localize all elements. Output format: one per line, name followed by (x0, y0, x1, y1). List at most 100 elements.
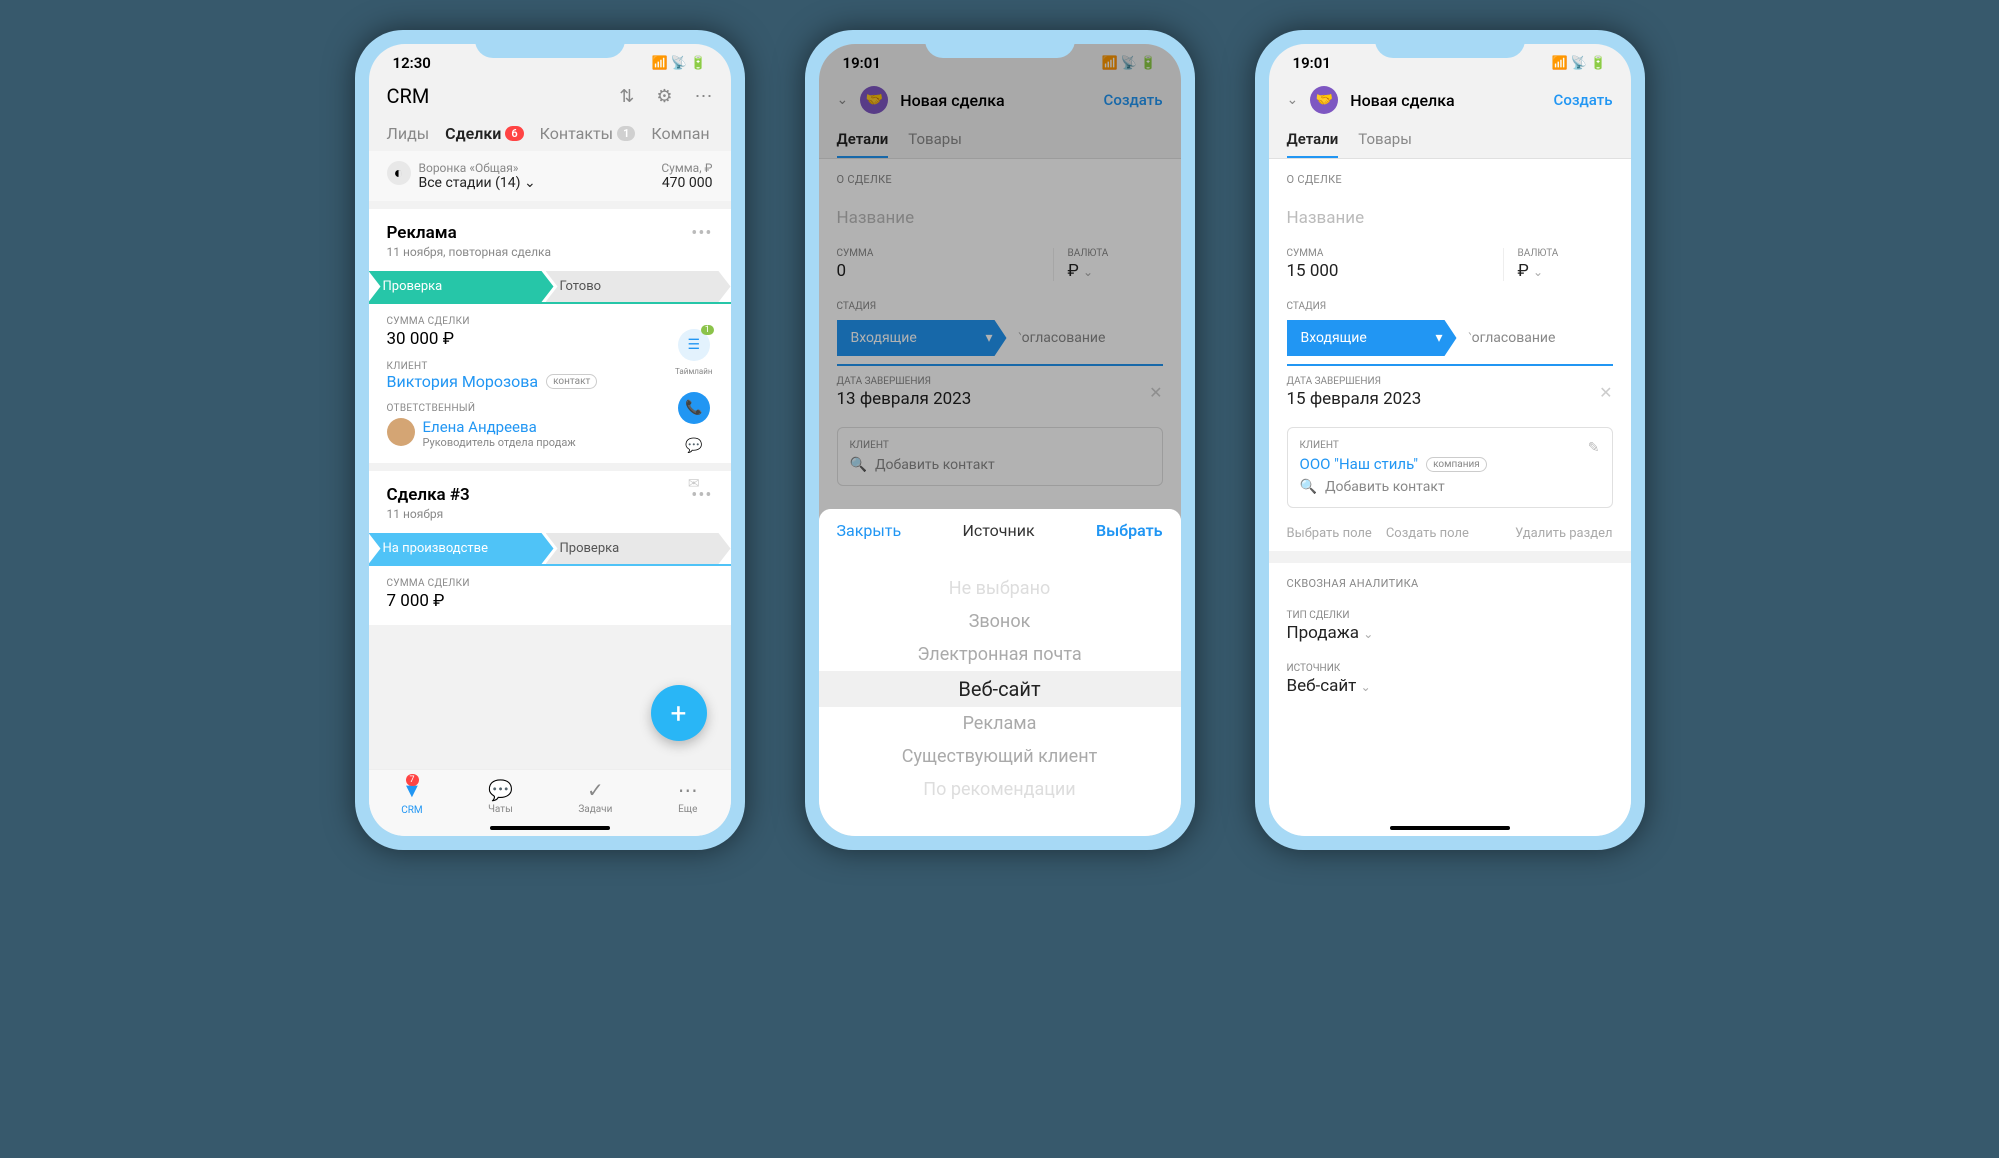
sort-icon[interactable]: ⇅ (619, 86, 634, 107)
stage-label: СТАДИЯ (1287, 301, 1613, 312)
tab-leads[interactable]: Лиды (387, 124, 430, 143)
section-about: О СДЕЛКЕ (1269, 159, 1631, 196)
deal-tabs: Детали Товары (819, 124, 1181, 159)
delete-section-button[interactable]: Удалить раздел (1515, 526, 1612, 541)
picker-option[interactable]: По рекомендации (819, 773, 1181, 806)
select-field-button[interactable]: Выбрать поле (1287, 526, 1372, 541)
name-input[interactable]: Название (819, 196, 1181, 238)
picker-wheel[interactable]: Не выбрано Звонок Электронная почта Веб-… (819, 552, 1181, 836)
stage-next[interactable]: Готово (546, 271, 731, 302)
screen: 12:30 📶 📡 🔋 CRM ⇅ ⚙ ⋯ Лиды Сделки 6 Конт… (369, 44, 731, 836)
back-chevron-icon[interactable]: ⌄ (1287, 92, 1299, 108)
end-date-row[interactable]: ДАТА ЗАВЕРШЕНИЯ 13 февраля 2023 ✕ (819, 366, 1181, 419)
picker-option[interactable]: Реклама (819, 707, 1181, 740)
resp-name[interactable]: Елена Андреева (423, 418, 576, 436)
picker-option-selected[interactable]: Веб-сайт (819, 671, 1181, 707)
chevron-down-icon: ▾ (1435, 330, 1442, 346)
add-contact-button[interactable]: 🔍Добавить контакт (850, 457, 1150, 473)
tab-goods[interactable]: Товары (1358, 130, 1412, 158)
picker-option[interactable]: Не выбрано (819, 572, 1181, 605)
deal-header: ⌄ 🤝 Новая сделка Создать (819, 76, 1181, 124)
nav-chats[interactable]: 💬Чаты (488, 778, 513, 816)
stage-selector[interactable]: Входящие▾ Согласование (837, 320, 1163, 356)
currency-select[interactable]: ВАЛЮТА ₽ ⌄ (1053, 248, 1163, 281)
resp-label: ОТВЕТСТВЕННЫЙ (387, 403, 713, 414)
chevron-down-icon: ⌄ (1083, 265, 1093, 279)
deal-title: Сделка #3 (387, 485, 470, 505)
end-date-row[interactable]: ДАТА ЗАВЕРШЕНИЯ 15 февраля 2023 ✕ (1269, 366, 1631, 419)
tab-details[interactable]: Детали (1287, 130, 1339, 158)
tab-companies[interactable]: Компан (651, 124, 709, 143)
client-badge: контакт (546, 374, 597, 389)
edit-icon[interactable]: ✎ (1588, 440, 1600, 456)
fab-add-button[interactable]: + (651, 685, 707, 741)
picker-select-button[interactable]: Выбрать (1096, 521, 1163, 540)
stage-selector[interactable]: Проверка Готово (369, 271, 731, 302)
deal-type-select[interactable]: ТИП СДЕЛКИ Продажа ⌄ (1269, 600, 1631, 653)
create-field-button[interactable]: Создать поле (1386, 526, 1469, 541)
deals-list[interactable]: Реклама 11 ноября, повторная сделка ••• … (369, 201, 731, 769)
stage-active[interactable]: Входящие▾ (837, 320, 1007, 356)
check-icon: ✓ (587, 778, 604, 802)
tab-contacts[interactable]: Контакты 1 (540, 124, 636, 143)
contacts-badge: 1 (617, 126, 635, 141)
tab-deals[interactable]: Сделки 6 (445, 124, 524, 143)
add-contact-button[interactable]: 🔍Добавить контакт (1300, 479, 1600, 495)
picker-close-button[interactable]: Закрыть (837, 521, 902, 540)
create-button[interactable]: Создать (1554, 91, 1613, 109)
card-more-icon[interactable]: ••• (691, 223, 712, 259)
mail-icon[interactable]: ✉ (678, 468, 710, 500)
create-button[interactable]: Создать (1104, 91, 1163, 109)
stage-next[interactable]: Проверка (546, 533, 731, 564)
chevron-down-icon: ⌄ (1533, 265, 1543, 279)
call-icon[interactable]: 📞 (678, 392, 710, 424)
tab-details[interactable]: Детали (837, 130, 889, 158)
picker-option[interactable]: Существующий клиент (819, 740, 1181, 773)
currency-select[interactable]: ВАЛЮТА ₽ ⌄ (1503, 248, 1613, 281)
deal-tabs: Детали Товары (1269, 124, 1631, 159)
sum-input[interactable]: СУММА 0 (837, 248, 1053, 281)
sum-input[interactable]: СУММА 15 000 (1287, 248, 1503, 281)
nav-crm[interactable]: ▼ CRM 7 (401, 778, 422, 816)
clock: 19:01 (843, 54, 881, 72)
chat-icon[interactable]: 💬 (678, 430, 710, 462)
phone-crm-list: 12:30 📶 📡 🔋 CRM ⇅ ⚙ ⋯ Лиды Сделки 6 Конт… (355, 30, 745, 850)
client-company-link[interactable]: ООО "Наш стиль" (1300, 455, 1419, 473)
section-about: О СДЕЛКЕ (819, 159, 1181, 196)
source-select[interactable]: ИСТОЧНИК Веб-сайт ⌄ (1269, 653, 1631, 706)
stage-next[interactable]: Согласование (999, 320, 1163, 356)
home-indicator[interactable] (490, 826, 610, 830)
stage-active[interactable]: Входящие▾ (1287, 320, 1457, 356)
client-link[interactable]: Виктория Морозова (387, 372, 539, 391)
picker-option[interactable]: Звонок (819, 605, 1181, 638)
resp-role: Руководитель отдела продаж (423, 436, 576, 449)
deal-card[interactable]: Реклама 11 ноября, повторная сделка ••• … (369, 209, 731, 463)
back-chevron-icon[interactable]: ⌄ (837, 92, 849, 108)
stage-active[interactable]: На производстве (369, 533, 554, 564)
stage-active[interactable]: Проверка (369, 271, 554, 302)
nav-more[interactable]: ⋯Еще (678, 778, 698, 816)
company-badge: компания (1426, 457, 1487, 472)
stage-next[interactable]: Согласование (1449, 320, 1613, 356)
deal-form[interactable]: О СДЕЛКЕ Название СУММА 15 000 ВАЛЮТА ₽ … (1269, 159, 1631, 836)
deal-header: ⌄ 🤝 Новая сделка Создать (1269, 76, 1631, 124)
home-indicator[interactable] (1390, 826, 1510, 830)
tab-goods[interactable]: Товары (908, 130, 962, 158)
phone-new-deal-filled: 19:01 📶 📡 🔋 ⌄ 🤝 Новая сделка Создать Дет… (1255, 30, 1645, 850)
screen: 19:01 📶 📡 🔋 ⌄ 🤝 Новая сделка Создать Дет… (819, 44, 1181, 836)
clear-icon[interactable]: ✕ (1599, 383, 1612, 402)
funnel-selector[interactable]: ◐ Воронка «Общая» Все стадии (14) ⌄ Сумм… (369, 151, 731, 201)
picker-option[interactable]: Электронная почта (819, 638, 1181, 671)
funnel-label: Воронка «Общая» (419, 161, 536, 175)
deal-title: Новая сделка (1350, 91, 1541, 110)
filter-icon[interactable]: ⚙ (656, 86, 672, 107)
search-icon: 🔍 (1300, 479, 1317, 495)
notch (1375, 30, 1525, 58)
stage-selector[interactable]: Входящие▾ Согласование (1287, 320, 1613, 356)
clear-icon[interactable]: ✕ (1149, 383, 1162, 402)
deal-icon: 🤝 (860, 86, 888, 114)
stage-selector[interactable]: На производстве Проверка (369, 533, 731, 564)
nav-tasks[interactable]: ✓Задачи (578, 778, 612, 816)
name-input[interactable]: Название (1269, 196, 1631, 238)
more-icon[interactable]: ⋯ (695, 86, 713, 107)
